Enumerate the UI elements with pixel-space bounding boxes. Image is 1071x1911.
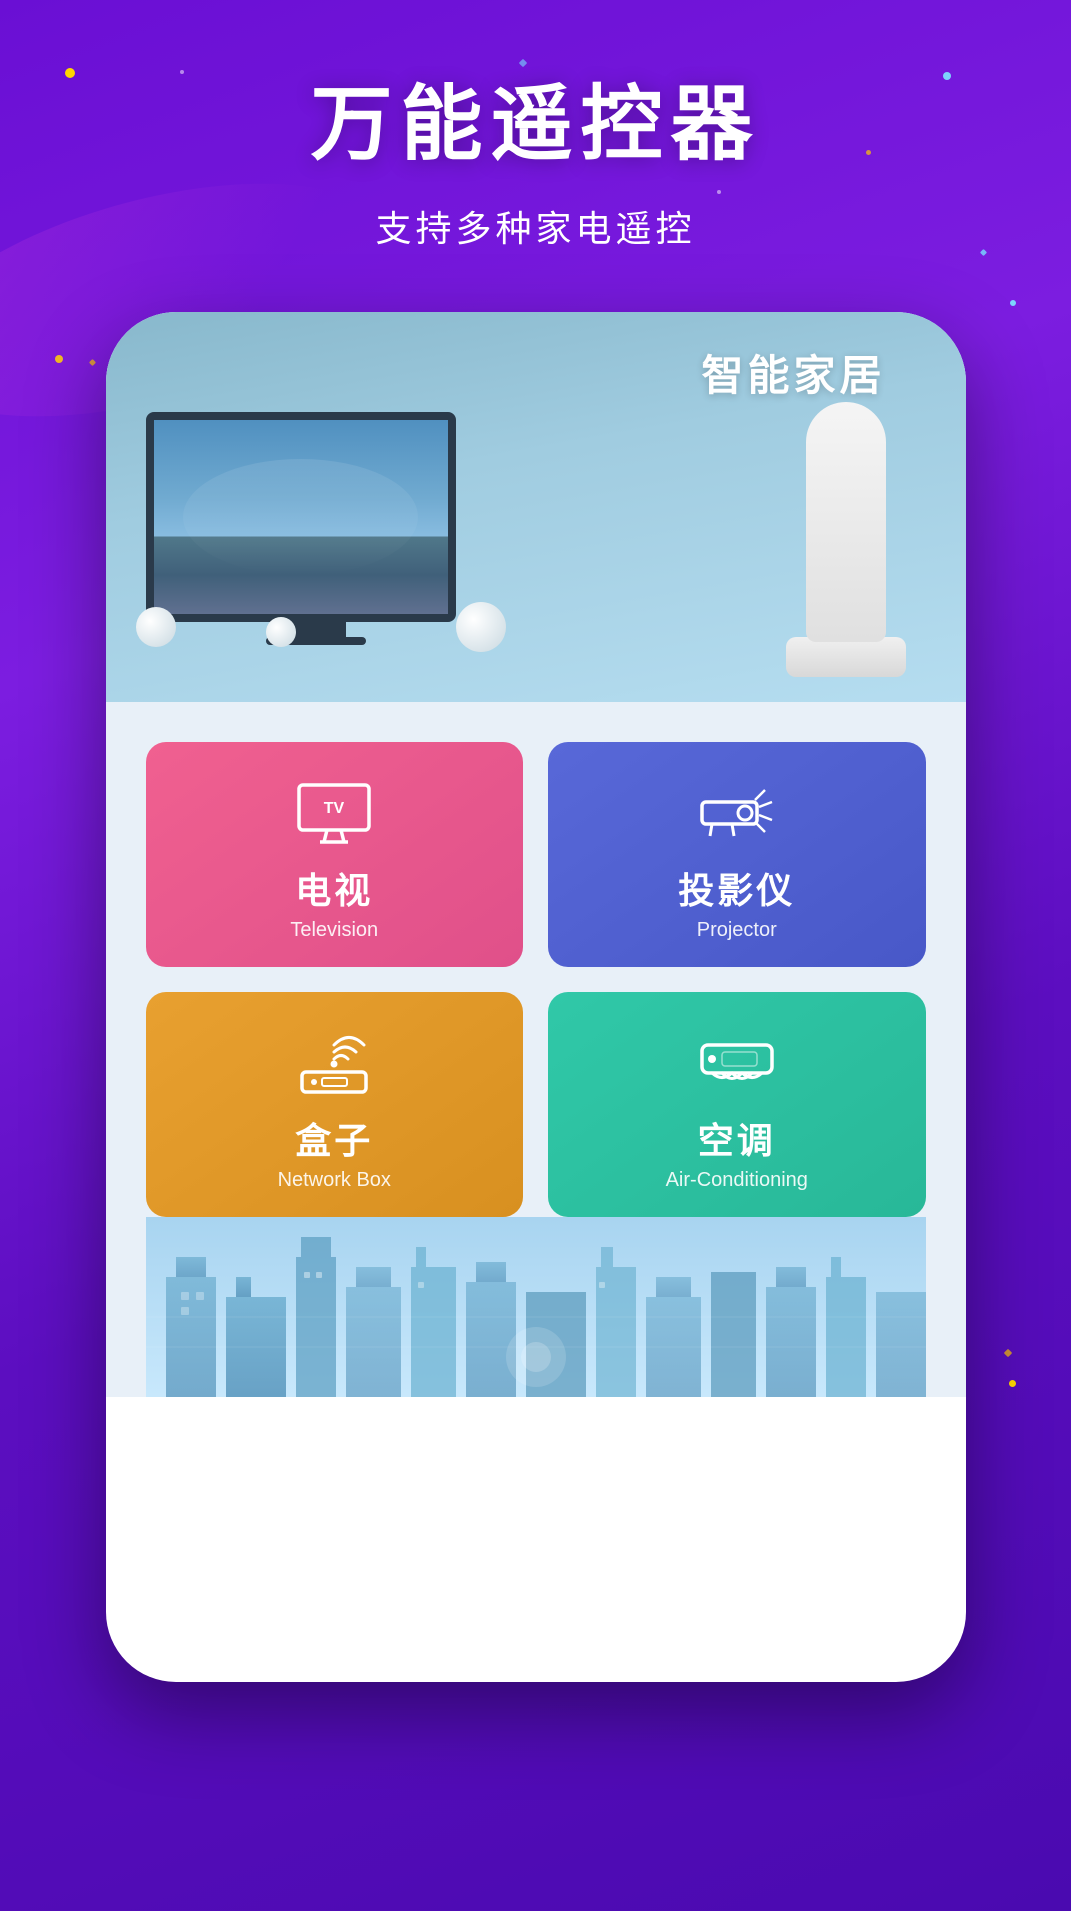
air-conditioning-name-cn: 空调 bbox=[698, 1112, 776, 1164]
projector-name-cn: 投影仪 bbox=[678, 862, 795, 914]
banner-section: 智能家居 bbox=[106, 312, 966, 702]
network-box-name-en: Network Box bbox=[278, 1169, 391, 1192]
television-name-en: Television bbox=[290, 919, 378, 942]
sub-title: 支持多种家电遥控 bbox=[310, 200, 760, 252]
television-name-cn: 电视 bbox=[295, 862, 373, 914]
city-skyline bbox=[146, 1217, 926, 1397]
projector-item[interactable]: 投影仪 Projector bbox=[548, 742, 926, 967]
air-conditioning-icon bbox=[692, 1027, 782, 1097]
decorative-sphere bbox=[456, 602, 506, 652]
purifier-body bbox=[806, 402, 886, 642]
mountain-scene bbox=[154, 420, 448, 614]
tv-illustration bbox=[146, 412, 486, 682]
projector-icon bbox=[692, 777, 782, 847]
tv-screen bbox=[146, 412, 456, 622]
air-conditioning-item[interactable]: 空调 Air-Conditioning bbox=[548, 992, 926, 1217]
main-title: 万能遥控器 bbox=[310, 80, 760, 170]
network-box-name-cn: 盒子 bbox=[295, 1112, 373, 1164]
projector-name-en: Projector bbox=[697, 919, 777, 942]
decorative-dot bbox=[1010, 300, 1016, 306]
network-box-item[interactable]: 盒子 Network Box bbox=[146, 992, 524, 1217]
phone-frame: 智能家居 bbox=[106, 312, 966, 1682]
television-icon: TV bbox=[289, 777, 379, 847]
phone-mockup: 智能家居 bbox=[106, 312, 966, 1682]
purifier-base bbox=[786, 637, 906, 677]
banner-title: 智能家居 bbox=[701, 342, 885, 403]
decorative-sphere bbox=[266, 617, 296, 647]
network-box-icon bbox=[289, 1027, 379, 1097]
app-header: 万能遥控器 支持多种家电遥控 bbox=[310, 0, 760, 252]
air-conditioning-name-en: Air-Conditioning bbox=[666, 1169, 808, 1192]
decorative-dot bbox=[65, 68, 75, 78]
decorative-sphere bbox=[136, 607, 176, 647]
content-area: TV 电视 Television bbox=[106, 702, 966, 1397]
decorative-dot bbox=[1009, 1380, 1016, 1387]
decorative-dot bbox=[943, 72, 951, 80]
device-grid: TV 电视 Television bbox=[146, 742, 926, 1217]
purifier-illustration bbox=[786, 402, 906, 682]
television-item[interactable]: TV 电视 Television bbox=[146, 742, 524, 967]
svg-text:TV: TV bbox=[324, 800, 345, 817]
